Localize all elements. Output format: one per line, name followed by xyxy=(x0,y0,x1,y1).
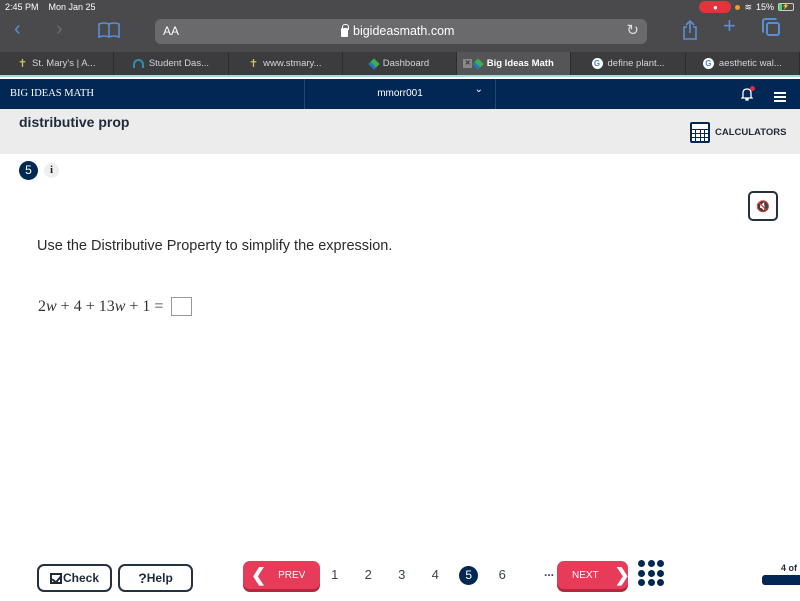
reload-icon[interactable]: ↻ xyxy=(626,21,639,39)
microphone-icon: ● xyxy=(699,1,732,13)
bookmarks-icon[interactable] xyxy=(98,22,120,38)
calculator-icon xyxy=(690,122,710,143)
checkbox-icon xyxy=(49,572,62,584)
big-ideas-icon xyxy=(368,57,380,70)
page-link[interactable]: 6 xyxy=(486,565,520,584)
chevron-down-icon[interactable]: ⌄ xyxy=(475,84,483,95)
tab-label: Dashboard xyxy=(382,58,430,69)
browser-tab[interactable]: G aesthetic wal... xyxy=(686,52,800,75)
tab-label: St. Mary's | A... xyxy=(32,58,96,69)
help-icon: ? xyxy=(138,570,147,586)
tab-label: define plant... xyxy=(607,58,665,69)
check-label: Check xyxy=(62,571,100,585)
username: mmorr001 xyxy=(377,88,423,99)
url-text: bigideasmath.com xyxy=(353,24,455,38)
tab-label: www.stmary... xyxy=(263,58,322,69)
lock-icon xyxy=(341,23,349,37)
calculators-button[interactable]: CALCULATORS xyxy=(690,122,786,143)
assignment-title: distributive prop xyxy=(19,114,130,130)
browser-chrome: 2:45 PM Mon Jan 25 ● ≋ 15% ⚡ ‹ › AA bigi… xyxy=(0,0,800,52)
text-size-button[interactable]: AA xyxy=(163,24,179,38)
battery-charging-icon: ⚡ xyxy=(778,3,794,11)
prev-button[interactable]: ❮ PREV xyxy=(243,561,320,589)
tab-label: Student Das... xyxy=(148,58,210,69)
wifi-icon: ≋ xyxy=(744,1,752,12)
privacy-indicator-icon xyxy=(735,4,741,10)
close-tab-icon[interactable]: ✕ xyxy=(463,59,473,68)
google-icon: G xyxy=(591,58,603,69)
page-link[interactable]: 2 xyxy=(352,565,386,584)
calculators-label: CALCULATORS xyxy=(715,127,787,138)
pagination: 1 2 3 4 5 6 ... xyxy=(318,565,579,585)
page-link[interactable]: 3 xyxy=(385,565,419,584)
next-button[interactable]: NEXT ❯ xyxy=(557,561,630,589)
notification-dot xyxy=(750,86,755,91)
equation-expression: 2w + 4 + 13w + 1 = xyxy=(38,297,164,315)
tab-label: Big Ideas Math xyxy=(486,58,554,69)
tree-icon: ✝ xyxy=(248,58,259,70)
dashboard-icon xyxy=(132,59,144,68)
check-button[interactable]: Check xyxy=(37,564,112,592)
browser-tab[interactable]: ✝ St. Mary's | A... xyxy=(0,52,115,75)
question-grid-icon[interactable] xyxy=(638,560,665,587)
tab-bar: ✝ St. Mary's | A... Student Das... ✝ www… xyxy=(0,52,800,77)
brand-logo[interactable]: BIG IDEAS MATH xyxy=(10,88,94,99)
page-link[interactable]: 1 xyxy=(318,565,352,584)
google-icon: G xyxy=(702,58,714,69)
progress-bar xyxy=(762,575,800,585)
question-prompt: Use the Distributive Property to simplif… xyxy=(37,238,393,254)
address-bar[interactable]: AA bigideasmath.com ↻ xyxy=(155,19,647,44)
audio-muted-button[interactable]: 🔇 xyxy=(748,191,778,221)
hamburger-menu-icon[interactable] xyxy=(774,92,786,102)
question-number-badge: 5 xyxy=(19,161,38,180)
next-label: NEXT xyxy=(572,569,599,581)
forward-button[interactable]: › xyxy=(56,19,63,39)
battery-percent: 15% xyxy=(755,2,774,12)
tree-icon: ✝ xyxy=(17,58,28,70)
big-ideas-icon xyxy=(472,57,484,70)
app-header: BIG IDEAS MATH mmorr001 ⌄ xyxy=(0,79,800,109)
equation: 2w + 4 + 13w + 1 = xyxy=(38,297,193,316)
prev-label: PREV xyxy=(278,569,306,581)
status-bar-right: ● ≋ 15% ⚡ xyxy=(699,1,794,13)
help-label: Help xyxy=(146,571,173,585)
page-link-current[interactable]: 5 xyxy=(452,565,486,585)
chevron-right-icon: ❯ xyxy=(614,565,630,585)
status-date: Mon Jan 25 xyxy=(48,2,96,12)
page-link[interactable]: 4 xyxy=(419,565,453,584)
user-menu[interactable]: mmorr001 ⌄ xyxy=(304,79,496,109)
browser-tab[interactable]: ✝ www.stmary... xyxy=(229,52,343,75)
browser-tab-active[interactable]: ✕ Big Ideas Math xyxy=(457,52,572,75)
info-icon[interactable]: i xyxy=(44,163,59,178)
chevron-left-icon: ❮ xyxy=(251,565,267,585)
back-button[interactable]: ‹ xyxy=(14,19,21,39)
assignment-header: distributive prop CALCULATORS xyxy=(0,109,800,154)
tab-label: aesthetic wal... xyxy=(718,58,782,69)
browser-tab[interactable]: G define plant... xyxy=(571,52,686,75)
share-icon[interactable] xyxy=(682,20,698,40)
tab-overview-icon[interactable] xyxy=(762,18,780,36)
answer-input[interactable] xyxy=(171,297,193,316)
help-button[interactable]: ? Help xyxy=(118,564,193,592)
browser-tab[interactable]: Student Das... xyxy=(114,52,229,75)
progress-label: 4 of xyxy=(781,563,798,573)
speaker-muted-icon: 🔇 xyxy=(756,200,770,213)
status-bar-left: 2:45 PM Mon Jan 25 xyxy=(5,2,96,12)
status-time: 2:45 PM xyxy=(5,2,39,12)
browser-tab[interactable]: Dashboard xyxy=(343,52,458,75)
url-display[interactable]: bigideasmath.com xyxy=(341,23,455,38)
new-tab-icon[interactable]: + xyxy=(723,15,736,37)
